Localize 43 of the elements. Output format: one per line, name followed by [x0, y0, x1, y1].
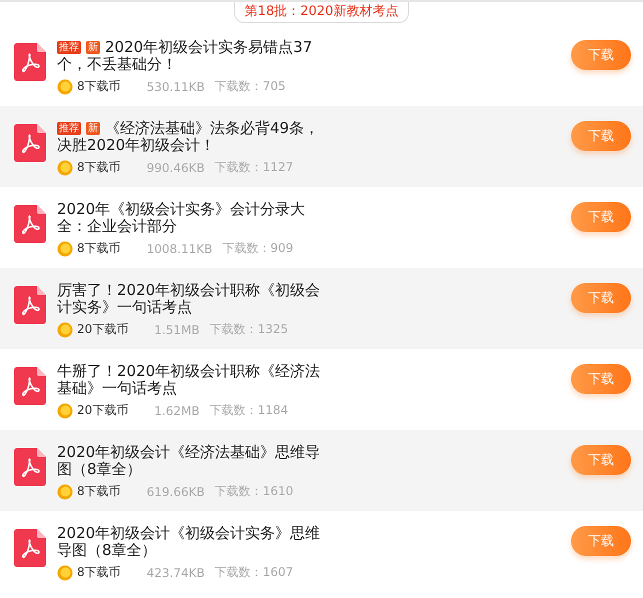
- pdf-file-icon: [14, 205, 46, 243]
- file-size: 990.46KB: [146, 160, 205, 174]
- coin-icon: [57, 564, 73, 580]
- coin-cost: 8下载币: [77, 564, 121, 581]
- coin-cost: 8下载币: [77, 240, 121, 257]
- coin-cost: 8下载币: [77, 483, 121, 500]
- download-count: 下载数：1127: [214, 159, 294, 176]
- coin-icon: [57, 78, 73, 94]
- pdf-file-icon: [14, 367, 46, 405]
- pdf-file-icon: [14, 286, 46, 324]
- file-title[interactable]: 2020年初级会计《初级会计实务》思维导图（8章全）: [57, 525, 327, 559]
- file-size: 530.11KB: [146, 80, 205, 94]
- file-title[interactable]: 2020年《初级会计实务》会计分录大全：企业会计部分: [57, 201, 327, 235]
- coin-icon: [57, 322, 73, 338]
- coin-icon: [57, 484, 73, 500]
- file-title[interactable]: 厉害了！2020年初级会计职称《初级会计实务》一句话考点: [57, 282, 327, 316]
- file-size: 423.74KB: [146, 566, 205, 580]
- coin-cost: 20下载币: [77, 402, 128, 419]
- download-count: 下载数：705: [214, 78, 286, 95]
- download-count: 下载数：909: [222, 240, 294, 257]
- coin-cost: 8下载币: [77, 78, 121, 95]
- pdf-file-icon: [14, 448, 46, 486]
- pdf-file-icon: [14, 43, 46, 81]
- file-title[interactable]: 推荐 新 2020年初级会计实务易错点37个，不丢基础分！: [57, 39, 327, 73]
- pdf-file-icon: [14, 124, 46, 162]
- coin-icon: [57, 160, 73, 176]
- section-title: 第18批：2020新教材考点: [234, 2, 410, 23]
- file-size: 1008.11KB: [146, 242, 212, 256]
- download-count: 下载数：1184: [210, 402, 288, 419]
- coin-icon: [57, 402, 73, 418]
- coin-cost: 8下载币: [77, 159, 121, 176]
- file-title[interactable]: 牛掰了！2020年初级会计职称《经济法基础》一句话考点: [57, 363, 327, 397]
- file-title[interactable]: 2020年初级会计《经济法基础》思维导图（8章全）: [57, 444, 327, 478]
- download-count: 下载数：1325: [210, 321, 288, 338]
- pdf-file-icon: [14, 529, 46, 567]
- download-count: 下载数：1610: [214, 483, 294, 500]
- file-size: 1.51MB: [154, 322, 200, 336]
- file-size: 1.62MB: [154, 404, 200, 418]
- download-count: 下载数：1607: [214, 564, 294, 581]
- coin-icon: [57, 240, 73, 256]
- file-title[interactable]: 推荐 新 《经济法基础》法条必背49条，决胜2020年初级会计！: [57, 120, 327, 154]
- file-size: 619.66KB: [146, 484, 205, 498]
- coin-cost: 20下载币: [77, 321, 128, 338]
